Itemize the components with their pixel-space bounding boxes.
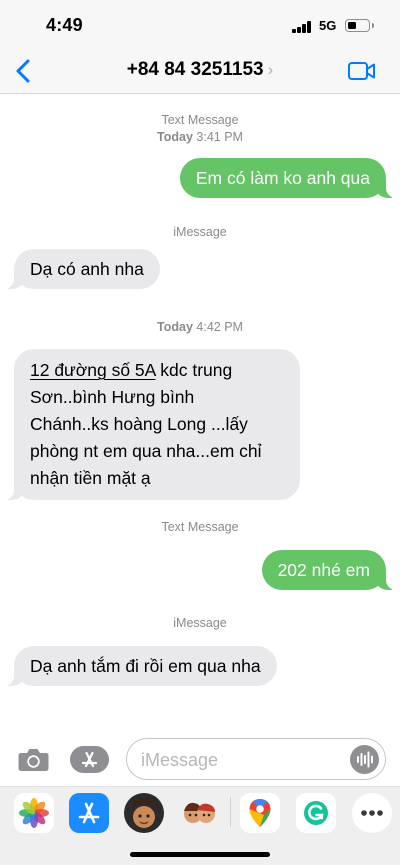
conversation-header: +84 84 3251153 › xyxy=(0,48,400,94)
contact-name[interactable]: +84 84 3251153 › xyxy=(0,59,400,81)
video-camera-icon[interactable] xyxy=(348,62,376,80)
message-placeholder: iMessage xyxy=(141,750,219,770)
network-type: 5G xyxy=(319,18,337,33)
battery-icon xyxy=(345,19,374,32)
service-label: Text Message xyxy=(161,520,239,534)
timestamp-header: Text Message Today 3:41 PM xyxy=(0,112,400,146)
cellular-signal-icon xyxy=(292,21,312,33)
service-label: iMessage xyxy=(173,225,227,239)
day-label: Today xyxy=(157,130,193,144)
outgoing-message[interactable]: Em có làm ko anh qua xyxy=(179,158,397,198)
status-bar: 4:49 5G xyxy=(0,0,400,48)
message-thread[interactable]: Text Message Today 3:41 PM Em có làm ko … xyxy=(0,95,400,730)
memoji-stickers-icon[interactable] xyxy=(179,793,219,833)
service-label: iMessage xyxy=(173,616,227,630)
outgoing-message[interactable]: 202 nhé em xyxy=(261,550,397,590)
time-label: 4:42 PM xyxy=(196,320,243,334)
message-input[interactable]: iMessage xyxy=(126,738,386,780)
time-label: 3:41 PM xyxy=(196,130,243,144)
google-maps-icon[interactable] xyxy=(240,793,280,833)
photos-app-icon[interactable] xyxy=(14,793,54,833)
drawer-divider xyxy=(230,797,231,827)
incoming-message[interactable]: Dạ có anh nha xyxy=(4,249,160,289)
contact-number: +84 84 3251153 xyxy=(126,59,264,80)
audio-waveform-icon[interactable] xyxy=(350,745,379,774)
app-store-icon[interactable] xyxy=(70,746,109,773)
clock: 4:49 xyxy=(46,15,83,35)
memoji-icon[interactable] xyxy=(124,793,164,833)
service-label: Text Message xyxy=(161,113,239,127)
home-indicator[interactable] xyxy=(130,852,270,857)
more-apps-icon[interactable] xyxy=(352,793,392,833)
grammarly-icon[interactable] xyxy=(296,793,336,833)
app-store-icon[interactable] xyxy=(69,793,109,833)
incoming-message[interactable]: 12 đường số 5A kdc trung Sơn..bình Hưng … xyxy=(4,349,300,500)
app-drawer xyxy=(0,786,400,865)
address-link[interactable]: 12 đường số 5A xyxy=(30,360,155,380)
timestamp-header: Today 4:42 PM xyxy=(0,319,400,336)
incoming-message[interactable]: Dạ anh tắm đi rồi em qua nha xyxy=(4,646,277,686)
day-label: Today xyxy=(157,320,193,334)
compose-bar: iMessage xyxy=(0,730,400,786)
chevron-right-icon: › xyxy=(267,60,274,79)
camera-icon[interactable] xyxy=(18,747,49,772)
